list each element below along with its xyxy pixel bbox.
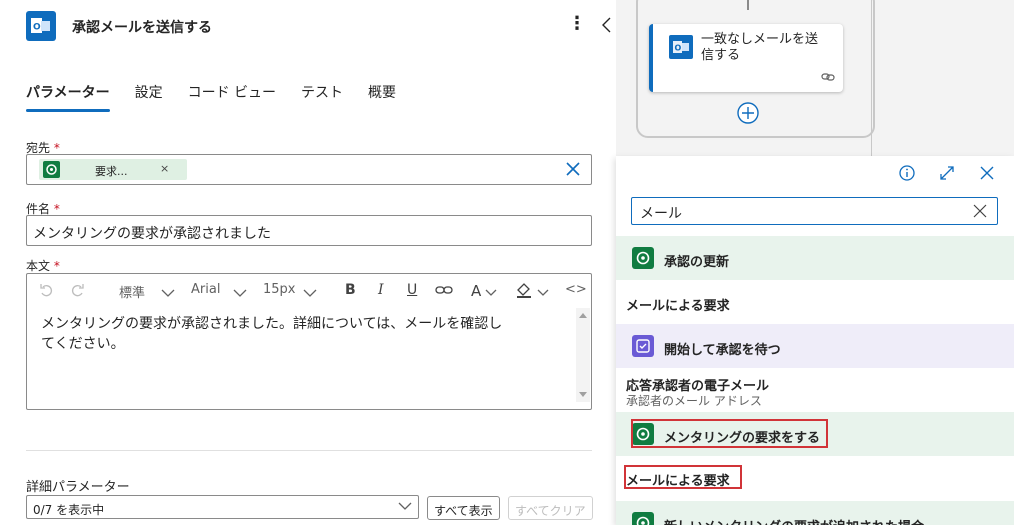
redo-icon[interactable] (69, 282, 85, 302)
chevron-down-icon (233, 286, 247, 301)
tab-settings[interactable]: 設定 (135, 82, 163, 110)
group-header: メールによる要求 (626, 299, 730, 314)
link-icon[interactable] (435, 284, 453, 300)
undo-icon[interactable] (39, 282, 55, 302)
underline-button[interactable]: U (407, 282, 417, 298)
info-icon[interactable] (898, 164, 918, 182)
outlook-icon: O (669, 35, 693, 59)
advanced-params-select[interactable]: 0/7 を表示中 (26, 495, 419, 519)
svg-text:O: O (675, 44, 682, 53)
list-item[interactable]: 応答承認者の電子メール 承認者のメール アドレス (616, 369, 1014, 415)
flow-canvas: O 一致なしメールを送信する (616, 0, 1014, 156)
tab-test[interactable]: テスト (301, 82, 343, 110)
body-text: メンタリングの要求が承認されました。詳細については、メールを確認してください。 (41, 316, 503, 352)
close-icon[interactable] (978, 164, 998, 182)
item-label: 承認の更新 (664, 255, 730, 270)
action-config-panel: O 承認メールを送信する ⋮ パラメーター 設定 コード ビュー テスト 概要 … (0, 0, 616, 525)
canvas-divider (871, 0, 872, 156)
font-select[interactable]: Arial (191, 282, 220, 297)
tab-bar: パラメーター 設定 コード ビュー テスト 概要 (26, 82, 421, 112)
token-text: 要求... (95, 165, 128, 178)
panel-title: 承認メールを送信する (72, 20, 212, 36)
to-field[interactable]: 要求... × (26, 154, 592, 185)
chevron-down-icon (485, 286, 497, 301)
search-input[interactable]: メール (631, 197, 998, 225)
tab-overview[interactable]: 概要 (368, 82, 396, 110)
list-item[interactable]: 開始して承認を待つ (616, 324, 1014, 368)
tab-parameters[interactable]: パラメーター (26, 82, 110, 112)
show-all-button[interactable]: すべて表示 (427, 496, 500, 520)
subject-value: メンタリングの要求が承認されました (33, 226, 271, 242)
card-title: 一致なしメールを送信する (701, 32, 819, 63)
add-step-icon[interactable] (736, 101, 760, 125)
outlook-icon: O (26, 11, 56, 41)
list-item[interactable]: 新しいメンタリングの要求が追加された場合 (616, 501, 1014, 525)
subject-input[interactable]: メンタリングの要求が承認されました (26, 215, 592, 246)
expand-icon[interactable] (938, 164, 958, 182)
item-label: 開始して承認を待つ (664, 343, 781, 358)
more-options-icon[interactable]: ⋮ (568, 14, 586, 34)
divider (26, 450, 592, 451)
collapse-chevron-icon[interactable] (597, 15, 617, 35)
code-view-button[interactable]: <> (565, 282, 587, 297)
scrollbar[interactable] (576, 308, 590, 402)
clear-all-button[interactable]: すべてクリア (508, 496, 593, 520)
editor-toolbar: 標準 Arial 15px B I U A <> (27, 274, 591, 306)
chevron-down-icon (303, 286, 317, 301)
highlight-box (631, 419, 828, 448)
item-label: 新しいメンタリングの要求が追加された場合 (664, 516, 924, 525)
clear-search-icon (973, 204, 987, 218)
dataverse-icon (632, 247, 654, 269)
size-select[interactable]: 15px (263, 282, 296, 297)
tab-code-view[interactable]: コード ビュー (188, 82, 276, 110)
connector-line (747, 0, 749, 10)
dynamic-content-panel: メール 承認の更新 メールによる要求 開始して承認を待つ 応答承認者の電子メール… (616, 156, 1014, 525)
list-item[interactable]: 承認の更新 (616, 236, 1014, 280)
body-label: 本文 * (26, 259, 60, 273)
popover-caret (600, 166, 616, 186)
advanced-label: 詳細パラメーター (26, 480, 130, 495)
link-icon (821, 71, 835, 86)
style-select[interactable]: 標準 (119, 282, 145, 301)
highlight-box (624, 465, 742, 489)
clear-icon[interactable] (565, 161, 581, 177)
send-no-match-card[interactable]: O 一致なしメールを送信する (649, 24, 843, 92)
highlight-icon[interactable] (515, 282, 535, 302)
italic-button[interactable]: I (378, 282, 384, 298)
svg-text:O: O (33, 23, 41, 33)
search-value: メール (640, 206, 682, 222)
dataverse-icon (632, 512, 654, 525)
panel-actions (878, 164, 998, 182)
chevron-down-icon (161, 286, 175, 301)
item-description: 承認者のメール アドレス (626, 394, 762, 408)
bold-button[interactable]: B (345, 282, 356, 298)
select-value: 0/7 を表示中 (33, 503, 105, 517)
body-editor[interactable]: 標準 Arial 15px B I U A <> メンタリングの要求が承認されま… (26, 273, 592, 410)
approvals-icon (632, 335, 654, 357)
token-chip[interactable]: 要求... × (39, 159, 187, 180)
dataverse-icon (43, 161, 60, 178)
chevron-down-icon (537, 286, 549, 301)
remove-token-icon[interactable]: × (160, 162, 169, 175)
font-color-button[interactable]: A (471, 282, 481, 300)
